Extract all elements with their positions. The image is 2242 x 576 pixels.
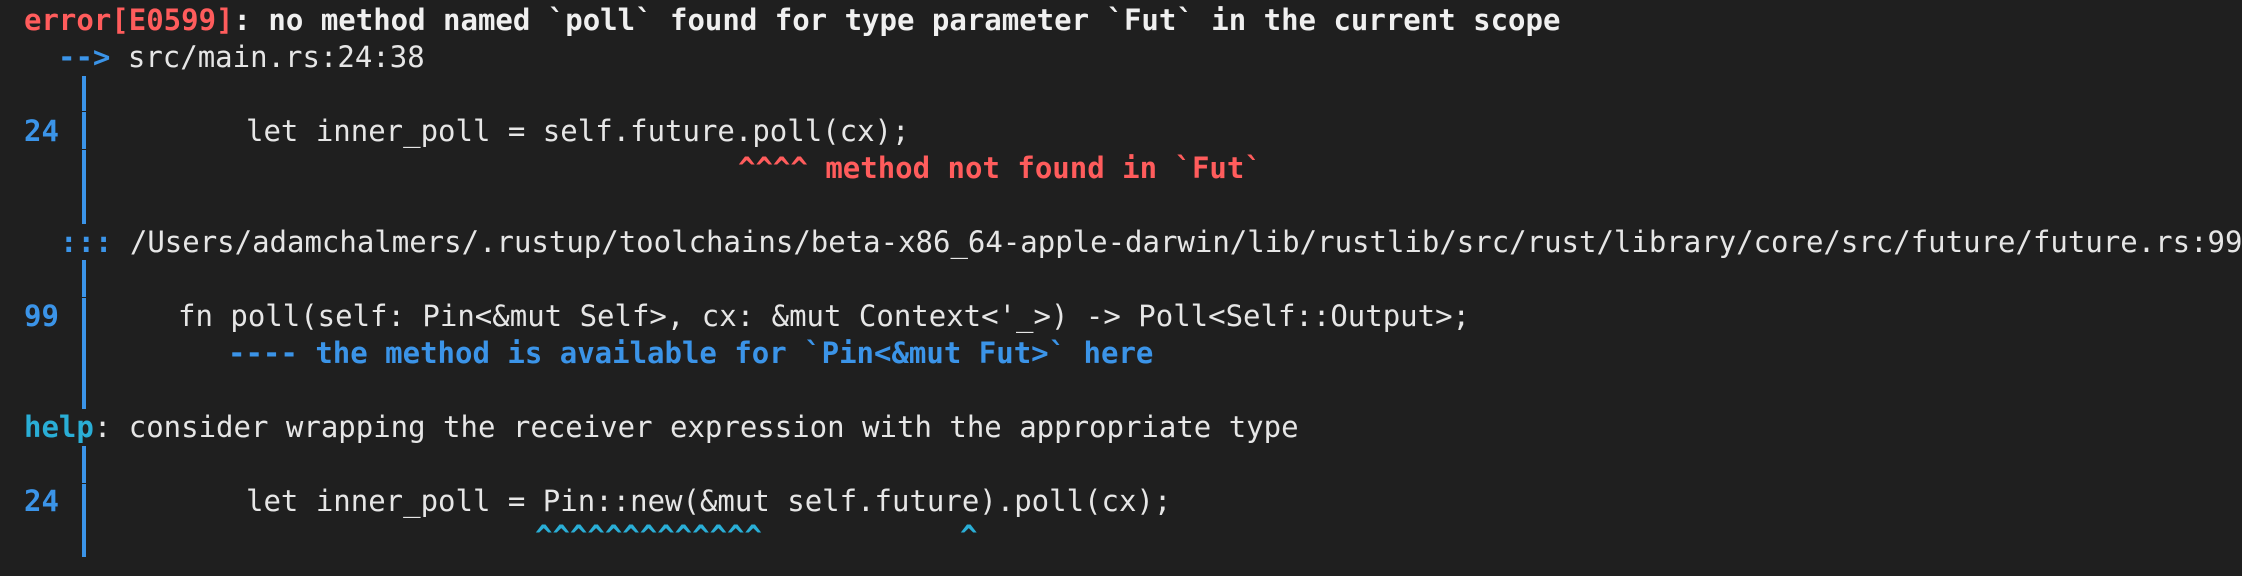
reference-location: ::: /Users/adamchalmers/.rustup/toolchai… — [60, 224, 2242, 261]
error-header: error[E0599]: no method named `poll` fou… — [24, 2, 1560, 39]
info-note: the method is available for `Pin<&mut Fu… — [315, 336, 1154, 370]
error-annotation: ^^^^ method not found in `Fut` — [738, 150, 1262, 187]
gutter-bar — [82, 260, 86, 297]
code-line: fn poll(self: Pin<&mut Self>, cx: &mut C… — [178, 299, 1471, 333]
line-number: 99 — [24, 299, 59, 333]
location-arrow: --> — [58, 40, 111, 74]
gutter-bar — [82, 150, 86, 224]
gutter-bar — [82, 335, 86, 409]
help-label: help — [24, 410, 94, 444]
suggestion-carets-right: ^ — [960, 519, 978, 553]
gutter-bar — [82, 76, 86, 111]
reference-marker: ::: — [60, 225, 113, 259]
info-dashes: ---- — [228, 336, 298, 370]
error-message: : no method named `poll` found for type … — [233, 3, 1561, 37]
code-line: let inner_poll = self.future.poll(cx); — [246, 114, 910, 148]
gutter-bar — [82, 521, 86, 557]
gutter-bar — [82, 112, 86, 149]
suggestion-carets: ^^^^^^^^^^^^^ — [535, 518, 762, 555]
suggestion-carets-end: ^ — [960, 518, 977, 555]
line-number: 24 — [24, 484, 59, 518]
suggestion-carets-left: ^^^^^^^^^^^^^ — [535, 519, 762, 553]
location-path: src/main.rs:24:38 — [127, 40, 425, 74]
code-line: let inner_poll = Pin::new(&mut self.futu… — [246, 484, 1172, 518]
gutter-bar — [82, 484, 86, 521]
error-carets: ^^^^ — [738, 151, 808, 185]
error-code: error[E0599] — [24, 3, 234, 37]
gutter-bar — [82, 446, 86, 483]
info-annotation: ---- the method is available for `Pin<&m… — [228, 335, 1153, 372]
reference-path: /Users/adamchalmers/.rustup/toolchains/b… — [129, 225, 2242, 259]
error-location: --> src/main.rs:24:38 — [58, 39, 425, 76]
error-note: method not found in `Fut` — [825, 151, 1262, 185]
gutter-bar — [82, 298, 86, 335]
terminal-output: error[E0599]: no method named `poll` fou… — [0, 0, 2242, 576]
line-number: 24 — [24, 114, 59, 148]
help-line: help: consider wrapping the receiver exp… — [24, 409, 1299, 446]
help-message: : consider wrapping the receiver express… — [93, 410, 1299, 444]
